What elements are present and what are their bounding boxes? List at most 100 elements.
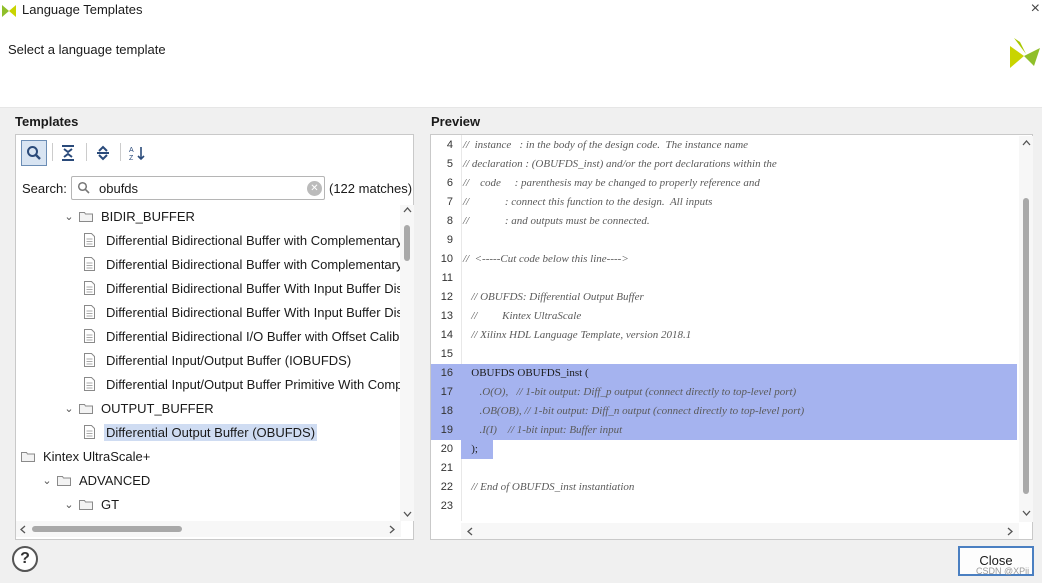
tree-folder[interactable]: ⌄ ADVANCED <box>40 469 152 491</box>
code-line: 4 // instance : in the body of the design… <box>431 136 1017 155</box>
code-line: 13 // Kintex UltraScale <box>431 307 1017 326</box>
line-number: 9 <box>446 234 453 246</box>
folder-icon <box>21 451 35 462</box>
scroll-left-icon[interactable] <box>20 525 26 534</box>
folder-icon <box>79 403 93 414</box>
dialog-subtitle: Select a language template <box>8 42 166 57</box>
folder-icon <box>79 499 93 510</box>
file-icon <box>84 353 95 367</box>
preview-vertical-scrollbar[interactable] <box>1019 136 1033 522</box>
collapse-all-button[interactable] <box>55 140 81 166</box>
scroll-up-icon[interactable] <box>403 207 412 213</box>
code-text: .OB(OB), // 1-bit output: Diff_n output … <box>463 405 805 417</box>
code-text: OBUFDS OBUFDS_inst ( <box>463 367 589 379</box>
code-text: .I(I) // 1-bit input: Buffer input <box>463 424 623 436</box>
tree-folder[interactable]: Kintex UltraScale+ <box>18 445 152 467</box>
file-icon <box>84 425 95 439</box>
svg-text:Z: Z <box>129 155 134 161</box>
tree-folder[interactable]: ⌄ BIDIR_BUFFER <box>62 205 197 227</box>
tree-item[interactable]: Differential Output Buffer (OBUFDS) <box>84 421 318 443</box>
scroll-down-icon[interactable] <box>1022 510 1031 516</box>
line-number: 7 <box>446 196 453 208</box>
line-number: 19 <box>440 424 453 436</box>
tree-item[interactable]: Differential Bidirectional Buffer with C… <box>84 253 401 275</box>
code-text: // OBUFDS: Differential Output Buffer <box>463 291 644 303</box>
code-line: 19 .I(I) // 1-bit input: Buffer input <box>431 421 1017 440</box>
tree-item[interactable]: Differential Bidirectional Buffer with C… <box>84 229 401 251</box>
search-field-icon <box>77 181 90 194</box>
line-number: 14 <box>440 329 453 341</box>
scrollbar-thumb[interactable] <box>32 526 182 532</box>
code-text: // declaration : (OBUFDS_inst) and/or th… <box>463 158 777 170</box>
title-bar: Language Templates × <box>0 0 1042 24</box>
scrollbar-thumb[interactable] <box>404 225 410 261</box>
code-line: 20 ); <box>431 440 1017 459</box>
line-number: 22 <box>440 481 453 493</box>
scroll-left-icon[interactable] <box>467 527 473 536</box>
tree-item-label: GT <box>101 496 120 512</box>
scroll-down-icon[interactable] <box>403 511 412 517</box>
code-line: 6 // code : parenthesis may be changed to… <box>431 174 1017 193</box>
file-icon <box>84 233 95 247</box>
tree-folder[interactable]: ⌄ OUTPUT_BUFFER <box>62 397 216 419</box>
templates-panel: AZ Search: ✕ (122 matches) ⌄ BIDIR_BUFFER… <box>15 134 414 540</box>
sort-button[interactable]: AZ <box>125 140 151 166</box>
templates-tree: ⌄ BIDIR_BUFFER Differential Bidirectional … <box>16 205 401 521</box>
tree-item[interactable]: Differential Bidirectional Buffer With I… <box>84 277 401 299</box>
code-line: 14 // Xilinx HDL Language Template, vers… <box>431 326 1017 345</box>
expand-all-button[interactable] <box>90 140 116 166</box>
code-text: // : and outputs must be connected. <box>463 215 650 227</box>
line-number: 23 <box>440 500 453 512</box>
scroll-up-icon[interactable] <box>1022 140 1031 146</box>
code-line: 5 // declaration : (OBUFDS_inst) and/or t… <box>431 155 1017 174</box>
tree-item-label: Differential Bidirectional Buffer With I… <box>106 280 401 296</box>
tree-folder[interactable]: ⌄ GT <box>62 493 121 515</box>
toolbar-divider <box>86 143 87 161</box>
code-text: // Kintex UltraScale <box>463 310 582 322</box>
tree-item[interactable]: Differential Input/Output Buffer Primiti… <box>84 373 401 395</box>
tree-item-label: Differential Bidirectional Buffer with C… <box>106 232 401 248</box>
tree-item-label: Differential Input/Output Buffer Primiti… <box>106 376 401 392</box>
search-input[interactable] <box>99 180 299 196</box>
code-line: 7 // : connect this function to the desig… <box>431 193 1017 212</box>
code-text: // : connect this function to the design… <box>463 196 713 208</box>
line-number: 12 <box>440 291 453 303</box>
chevron-down-icon[interactable]: ⌄ <box>62 498 76 511</box>
templates-horizontal-scrollbar[interactable] <box>16 521 401 537</box>
scroll-right-icon[interactable] <box>1007 527 1013 536</box>
line-number: 18 <box>440 405 453 417</box>
line-number: 4 <box>446 139 453 151</box>
sort-az-icon: AZ <box>129 147 145 161</box>
code-text: // End of OBUFDS_inst instantiation <box>463 481 635 493</box>
window-close-icon[interactable]: × <box>1031 0 1040 18</box>
search-toggle-button[interactable] <box>21 140 47 166</box>
file-icon <box>84 305 95 319</box>
scrollbar-thumb[interactable] <box>1023 198 1029 494</box>
code-line: 8 // : and outputs must be connected. <box>431 212 1017 231</box>
code-line: 22 // End of OBUFDS_inst instantiation <box>431 478 1017 497</box>
code-line: 18 .OB(OB), // 1-bit output: Diff_n outp… <box>431 402 1017 421</box>
line-number: 16 <box>440 367 453 379</box>
tree-item-label: Kintex UltraScale+ <box>43 448 151 464</box>
tree-item[interactable]: Differential Bidirectional Buffer With I… <box>84 301 401 323</box>
clear-search-icon[interactable]: ✕ <box>307 181 322 196</box>
line-number: 5 <box>446 158 453 170</box>
tree-item[interactable]: Differential Input/Output Buffer (IOBUFD… <box>84 349 353 371</box>
help-button[interactable]: ? <box>12 546 38 572</box>
chevron-down-icon[interactable]: ⌄ <box>40 474 54 487</box>
code-line: 21 <box>431 459 1017 478</box>
line-number: 13 <box>440 310 453 322</box>
chevron-down-icon[interactable]: ⌄ <box>62 402 76 415</box>
chevron-down-icon[interactable]: ⌄ <box>62 210 76 223</box>
templates-vertical-scrollbar[interactable] <box>400 205 414 521</box>
search-box[interactable]: ✕ <box>71 176 325 200</box>
tree-item[interactable]: Differential Bidirectional I/O Buffer wi… <box>84 325 401 347</box>
code-line: 23 <box>431 497 1017 516</box>
scroll-right-icon[interactable] <box>389 525 395 534</box>
code-line: 17 .O(O), // 1-bit output: Diff_p output… <box>431 383 1017 402</box>
preview-horizontal-scrollbar[interactable] <box>461 523 1019 539</box>
folder-icon <box>79 211 93 222</box>
code-preview[interactable]: 4 // instance : in the body of the design… <box>431 136 1017 522</box>
code-text: // code : parenthesis may be changed to … <box>463 177 760 189</box>
code-line: 11 <box>431 269 1017 288</box>
